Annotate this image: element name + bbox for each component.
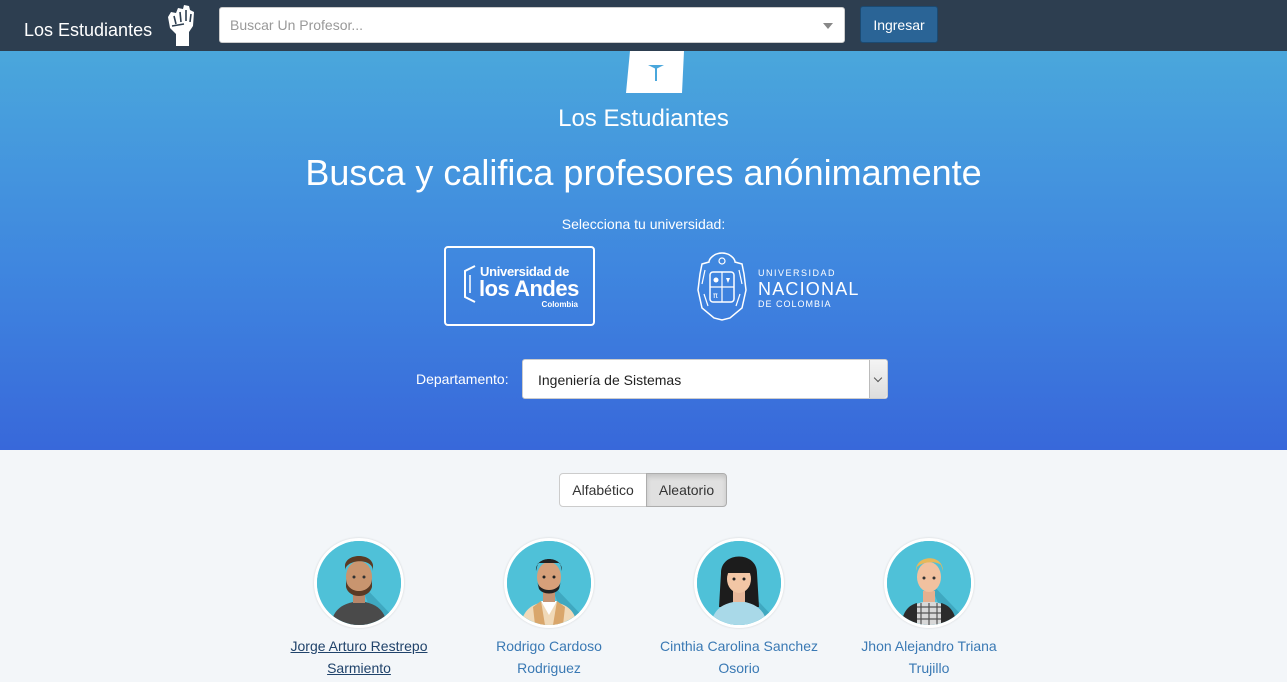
professor-name-link[interactable]: Jhon Alejandro Triana Trujillo — [829, 635, 1029, 679]
svg-text:π: π — [713, 291, 718, 300]
nacional-line2: NACIONAL — [758, 279, 860, 299]
hero-section: Los Estudiantes Busca y califica profeso… — [0, 51, 1287, 450]
andes-logo-icon — [463, 265, 476, 303]
avatar[interactable] — [314, 538, 404, 628]
professor-card[interactable]: Cinthia Carolina Sanchez Osorio — [639, 538, 839, 679]
professor-name-line1: Jhon Alejandro Triana — [861, 638, 997, 654]
university-andes-option[interactable]: Universidad de los Andes Colombia — [444, 246, 595, 326]
hero-title: Los Estudiantes — [558, 105, 729, 132]
navbar: Los Estudiantes Ingresar — [0, 0, 1287, 51]
professor-name-line2: Sarmiento — [327, 660, 391, 676]
nacional-line1: UNIVERSIDAD — [758, 268, 837, 278]
sort-alphabetic-button[interactable]: Alfabético — [559, 473, 647, 507]
raised-fist-icon[interactable] — [162, 2, 198, 48]
search-input[interactable] — [220, 8, 800, 42]
hero-headline: Busca y califica profesores anónimamente — [305, 152, 982, 193]
nacional-seal-icon: π — [694, 250, 750, 322]
professor-name-link[interactable]: Rodrigo Cardoso Rodriguez — [449, 635, 649, 679]
professor-name-line2: Osorio — [718, 660, 760, 676]
professor-name-line1: Jorge Arturo Restrepo — [290, 638, 428, 654]
andes-line2: los Andes — [479, 276, 579, 301]
avatar[interactable] — [504, 538, 594, 628]
university-nacional-option[interactable]: π UNIVERSIDAD NACIONAL DE COLOMBIA — [692, 250, 864, 324]
chevron-down-icon[interactable] — [823, 23, 833, 29]
department-select[interactable]: Ingeniería de Sistemas — [522, 359, 888, 399]
select-university-label: Selecciona tu universidad: — [561, 216, 726, 232]
avatar[interactable] — [884, 538, 974, 628]
chevron-down-icon[interactable] — [869, 360, 887, 398]
professor-card[interactable]: Jhon Alejandro Triana Trujillo — [829, 538, 1029, 679]
nacional-line3: DE COLOMBIA — [758, 299, 832, 309]
professor-card[interactable]: Jorge Arturo Restrepo Sarmiento — [259, 538, 459, 679]
professor-card[interactable]: Rodrigo Cardoso Rodriguez — [449, 538, 649, 679]
professor-name-line2: Rodriguez — [517, 660, 581, 676]
site-logo-icon — [626, 51, 684, 93]
professor-name-line1: Cinthia Carolina Sanchez — [660, 638, 818, 654]
professor-search[interactable] — [219, 7, 845, 43]
login-button[interactable]: Ingresar — [860, 6, 938, 43]
brand-title[interactable]: Los Estudiantes — [24, 20, 152, 41]
sort-random-button[interactable]: Aleatorio — [646, 473, 727, 507]
andes-line3: Colombia — [541, 300, 578, 309]
avatar[interactable] — [694, 538, 784, 628]
department-label: Departamento: — [416, 371, 509, 387]
department-selected-value: Ingeniería de Sistemas — [538, 372, 682, 388]
professor-name-link[interactable]: Jorge Arturo Restrepo Sarmiento — [259, 635, 459, 679]
professor-name-link[interactable]: Cinthia Carolina Sanchez Osorio — [639, 635, 839, 679]
sort-toggle-group: Alfabético Aleatorio — [559, 473, 727, 507]
professor-name-line2: Trujillo — [908, 660, 950, 676]
professor-name-line1: Rodrigo Cardoso — [496, 638, 602, 654]
